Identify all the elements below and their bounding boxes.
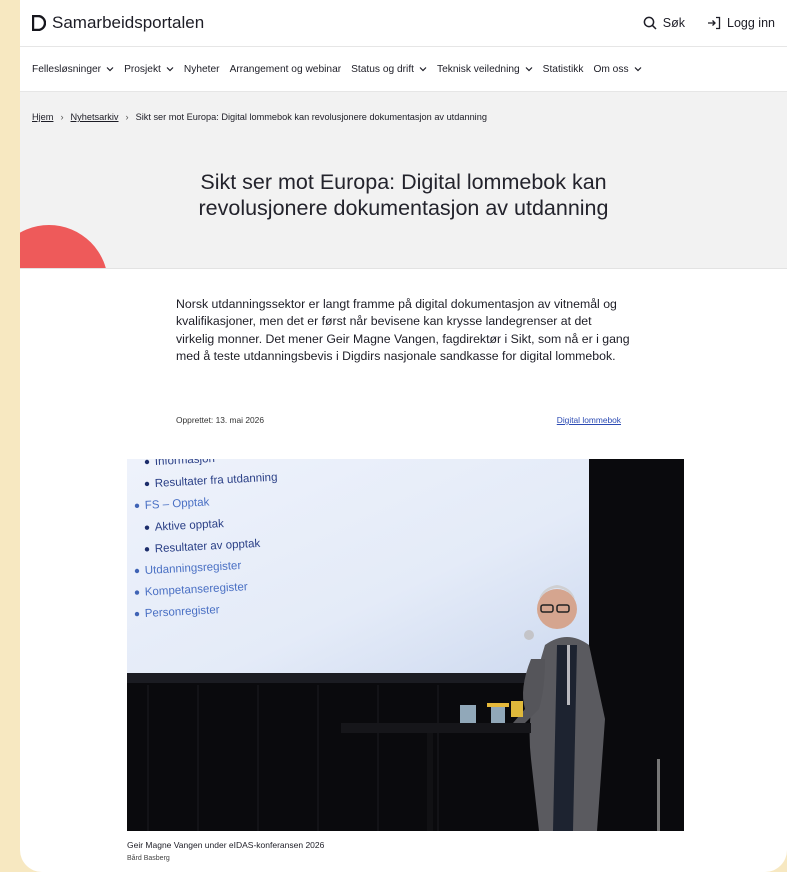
nav-item-label: Teknisk veiledning: [436, 63, 520, 75]
tag-link[interactable]: Digital lommebok: [557, 415, 621, 425]
nav-item-arrangement[interactable]: Arrangement og webinar: [230, 64, 342, 75]
search-label: Søk: [662, 16, 686, 30]
nav-item-status[interactable]: Status og drift: [351, 64, 427, 75]
chevron-down-icon: [419, 65, 427, 73]
breadcrumb-archive-link[interactable]: Nyhetsarkiv: [71, 112, 119, 122]
slide-bullet: [144, 547, 150, 552]
nav-item-prosjekt[interactable]: Prosjekt: [124, 64, 174, 75]
main-nav: Fellesløsninger Prosjekt Nyheter Arrange…: [20, 47, 787, 92]
nav-item-label: Statistikk: [542, 63, 584, 75]
breadcrumb-home-link[interactable]: Hjem: [32, 112, 53, 122]
nav-item-om-oss[interactable]: Om oss: [593, 64, 641, 75]
created-date: Opprettet: 13. mai 2026: [176, 415, 264, 425]
nav-item-label: Status og drift: [351, 63, 414, 75]
login-label: Logg inn: [727, 16, 775, 30]
slide-bullet: [134, 503, 140, 509]
article-lead: Norsk utdanningssektor er langt framme p…: [176, 297, 630, 363]
login-button[interactable]: Logg inn: [707, 16, 775, 30]
breadcrumb-current: Sikt ser mot Europa: Digital lommebok ka…: [135, 112, 487, 122]
slide-bullet: [144, 481, 150, 487]
chevron-down-icon: [106, 65, 114, 73]
conference-photo: InformasjonResultater fra utdanningFS – …: [127, 459, 684, 831]
chevron-down-icon: [525, 65, 533, 73]
slide-bullet: [134, 611, 140, 617]
brand-name: Samarbeidsportalen: [52, 13, 205, 32]
samarbeidsportalen-logo-icon: [32, 15, 46, 31]
breadcrumb-separator: ›: [60, 112, 64, 122]
breadcrumb-separator: ›: [125, 112, 129, 122]
nav-item-teknisk-veiledning[interactable]: Teknisk veiledning: [437, 64, 533, 75]
nav-item-label: Prosjekt: [124, 63, 161, 75]
image-caption: Geir Magne Vangen under eIDAS-konferanse…: [127, 840, 325, 850]
image-credit: Bård Basberg: [127, 855, 170, 862]
nav-item-label: Arrangement og webinar: [229, 63, 342, 75]
nav-item-label: Om oss: [593, 63, 629, 75]
search-icon: [643, 16, 657, 30]
slide-bullet: [144, 459, 150, 465]
page-title-text: Sikt ser mot Europa: Digital lommebok ka…: [198, 170, 609, 220]
browser-page: Samarbeidsportalen Søk Logg inn Felleslø…: [20, 0, 787, 872]
nav-item-statistikk[interactable]: Statistikk: [543, 64, 584, 75]
article-meta: Opprettet: 13. mai 2026 Digital lommebok: [176, 415, 621, 425]
article-image: Informasjon Resultater fra utdanning FS – …: [127, 459, 684, 831]
breadcrumb: Hjem › Nyhetsarkiv › Sikt ser mot Europa…: [32, 112, 487, 122]
brand-link[interactable]: Samarbeidsportalen: [32, 13, 204, 33]
nav-item-label: Fellesløsninger: [32, 63, 102, 75]
page-title: Sikt ser mot Europa: Digital lommebok ka…: [20, 169, 787, 221]
chevron-down-icon: [166, 65, 174, 73]
login-icon: [707, 16, 721, 30]
slide-bullet: [144, 525, 150, 530]
search-button[interactable]: Søk: [643, 16, 685, 30]
decorative-circle: [20, 225, 108, 268]
nav-item-fellesloesninger[interactable]: Fellesløsninger: [32, 64, 114, 75]
chevron-down-icon: [634, 65, 642, 73]
nav-item-nyheter[interactable]: Nyheter: [184, 64, 220, 75]
top-bar: Samarbeidsportalen Søk Logg inn: [20, 0, 787, 47]
nav-item-label: Nyheter: [183, 63, 220, 75]
slide-bullet: [134, 590, 140, 595]
article-hero: Hjem › Nyhetsarkiv › Sikt ser mot Europa…: [20, 92, 787, 269]
slide-bullet: [134, 568, 140, 574]
